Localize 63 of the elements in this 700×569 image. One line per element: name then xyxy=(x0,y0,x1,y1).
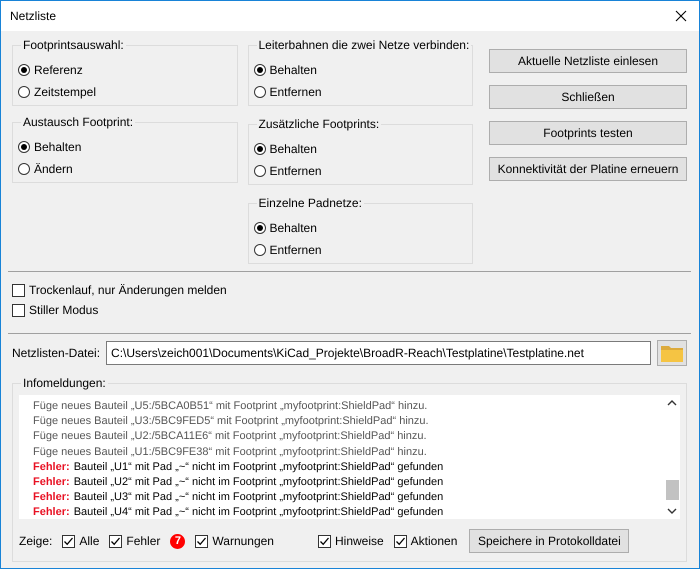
radio-label[interactable]: Behalten xyxy=(34,139,82,155)
radio-button[interactable] xyxy=(18,86,30,98)
log-message: Füge neues Bauteil „U5:/5BCA0B51“ mit Footprint „myfootprint:ShieldPad“ hinzu. xyxy=(33,399,428,414)
checkbox-label[interactable]: Fehler xyxy=(126,533,160,549)
checkbox-label[interactable]: Trockenlauf, nur Änderungen melden xyxy=(29,282,227,298)
checkbox[interactable] xyxy=(12,304,25,316)
scroll-up-icon[interactable] xyxy=(666,399,676,407)
action-button[interactable]: Footprints testen xyxy=(489,121,687,145)
window-title: Netzliste xyxy=(10,9,56,23)
radio-label[interactable]: Referenz xyxy=(34,62,83,78)
radio-button[interactable] xyxy=(254,222,266,234)
scroll-down-icon[interactable] xyxy=(666,507,676,515)
radio-button[interactable] xyxy=(254,64,266,76)
radio-label[interactable]: Behalten xyxy=(270,141,317,157)
action-button[interactable]: Aktuelle Netzliste einlesen xyxy=(489,49,687,73)
checkbox-label[interactable]: Warnungen xyxy=(212,533,274,549)
log-message: Fehler: Bauteil „U3“ mit Pad „~“ nicht im Footprint „myfootprint:ShieldPad“ gefunden xyxy=(33,490,444,506)
radio-label[interactable]: Entfernen xyxy=(270,163,322,179)
group-title: Zusätzliche Footprints: xyxy=(256,117,382,131)
count-badge: 7 xyxy=(170,534,186,548)
group-title: Leiterbahnen die zwei Netze verbinden: xyxy=(256,38,472,52)
radio-label[interactable]: Entfernen xyxy=(270,84,322,100)
log-message: Fehler: Bauteil „U4“ mit Pad „~“ nicht im Footprint „myfootprint:ShieldPad“ gefunden xyxy=(33,505,444,519)
radio-label[interactable]: Zeitstempel xyxy=(34,84,96,100)
checkbox[interactable] xyxy=(12,284,25,296)
radio-button[interactable] xyxy=(18,141,30,153)
folder-icon xyxy=(660,343,684,363)
log-message: Fehler: Bauteil „U1“ mit Pad „~“ nicht im Footprint „myfootprint:ShieldPad“ gefunden xyxy=(33,460,444,475)
radio-button[interactable] xyxy=(254,86,266,98)
checkbox-label[interactable]: Hinweise xyxy=(334,533,384,549)
checkbox-label[interactable]: Stiller Modus xyxy=(29,302,98,318)
radio-button[interactable] xyxy=(18,163,30,175)
radio-label[interactable]: Ändern xyxy=(34,161,73,177)
field-label: Netzlisten-Datei: xyxy=(12,346,100,360)
close-icon[interactable] xyxy=(675,10,687,22)
filter-label: Zeige: xyxy=(19,534,52,548)
action-button[interactable]: Schließen xyxy=(489,85,687,109)
group-title: Footprintsauswahl: xyxy=(21,38,126,52)
group-title: Austausch Footprint: xyxy=(21,115,136,129)
radio-button[interactable] xyxy=(254,244,266,256)
action-button[interactable]: Konnektivität der Platine erneuern xyxy=(489,157,687,181)
save-log-button[interactable]: Speichere in Protokolldatei xyxy=(469,529,630,553)
log-message: Fehler: Bauteil „U2“ mit Pad „~“ nicht im Footprint „myfootprint:ShieldPad“ gefunden xyxy=(33,475,444,490)
checkbox-label[interactable]: Alle xyxy=(79,533,100,549)
radio-label[interactable]: Entfernen xyxy=(270,242,322,258)
file-path-field[interactable]: C:\Users\zeich001\Documents\KiCad_Projekte\BroadR-Reach\Testplatine\Testplatine.net xyxy=(106,341,651,365)
log-message: Füge neues Bauteil „U3:/5BC9FED5“ mit Footprint „myfootprint:ShieldPad“ hinzu. xyxy=(33,414,430,430)
checkbox[interactable] xyxy=(394,534,407,548)
checkbox[interactable] xyxy=(109,534,122,548)
checkbox[interactable] xyxy=(62,534,76,548)
radio-button[interactable] xyxy=(18,64,30,76)
group-title: Infomeldungen: xyxy=(21,376,108,390)
radio-button[interactable] xyxy=(254,143,266,155)
checkbox[interactable] xyxy=(318,534,331,548)
radio-label[interactable]: Behalten xyxy=(270,62,317,78)
log-message: Füge neues Bauteil „U1:/5BC9FE38“ mit Footprint „myfootprint:ShieldPad“ hinzu. xyxy=(33,444,428,460)
checkbox[interactable] xyxy=(195,534,208,548)
radio-button[interactable] xyxy=(254,165,266,177)
radio-label[interactable]: Behalten xyxy=(270,220,317,236)
log-message: Füge neues Bauteil „U2:/5BCA11E6“ mit Footprint „myfootprint:ShieldPad“ hinzu. xyxy=(33,429,428,444)
scrollbar-thumb[interactable] xyxy=(666,480,679,500)
group-title: Einzelne Padnetze: xyxy=(256,196,364,210)
checkbox-label[interactable]: Aktionen xyxy=(410,533,458,549)
